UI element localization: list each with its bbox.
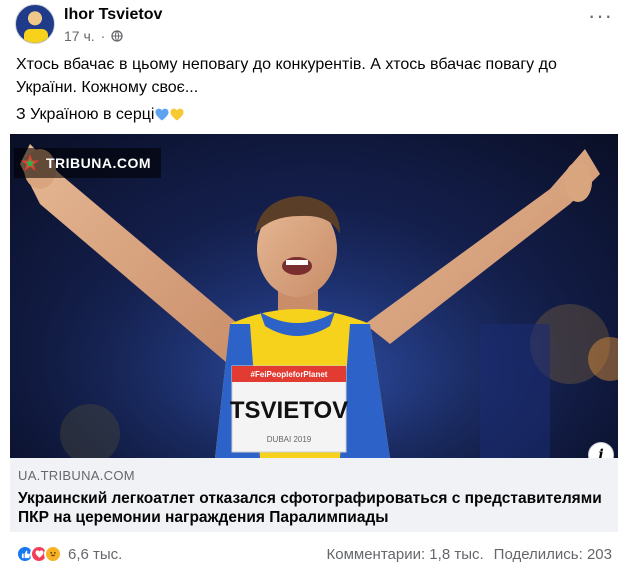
post-image[interactable]: #FeiPeopleforPlanet TSVIETOV DUBAI 2019 … <box>10 134 618 458</box>
tribuna-watermark-text: TRIBUNA.COM <box>46 155 152 171</box>
tribuna-watermark: TRIBUNA.COM <box>14 148 162 178</box>
reaction-count[interactable]: 6,6 тыс. <box>68 546 122 563</box>
blue-heart-icon <box>155 108 169 121</box>
link-domain: UA.TRIBUNA.COM <box>18 468 135 483</box>
globe-icon <box>111 30 123 42</box>
post-text-2: З Україною в серці <box>16 103 184 126</box>
athlete-photo: #FeiPeopleforPlanet TSVIETOV DUBAI 2019 <box>10 134 618 458</box>
post-meta: 17 ч. · <box>64 28 123 44</box>
shares-count[interactable]: Поделились: 203 <box>494 546 612 563</box>
post-text-2-label: З Україною в серці <box>16 106 155 123</box>
bib-event: DUBAI 2019 <box>267 435 312 444</box>
bib-top-text: #FeiPeopleforPlanet <box>251 370 328 379</box>
post-text: Хтось вбачає в цьому неповагу до конкуре… <box>16 56 557 96</box>
yellow-heart-icon <box>170 108 184 121</box>
haha-icon <box>44 545 62 563</box>
author-name[interactable]: Ihor Tsvietov <box>64 6 162 24</box>
reaction-summary[interactable]: 6,6 тыс. <box>16 545 122 563</box>
facebook-post: Ihor Tsvietov 17 ч. · ··· Хтось вбачає в… <box>0 0 620 567</box>
author-avatar[interactable] <box>15 4 55 44</box>
link-headline[interactable]: Украинский легкоатлет отказался сфотогра… <box>18 489 610 527</box>
meta-separator: · <box>100 28 106 44</box>
more-options-icon[interactable]: ··· <box>588 5 613 27</box>
tribuna-star-icon <box>21 154 39 171</box>
post-time[interactable]: 17 ч. <box>64 28 95 44</box>
bib-name: TSVIETOV <box>230 397 348 424</box>
link-preview[interactable]: UA.TRIBUNA.COM Украинский легкоатлет отк… <box>10 458 618 532</box>
comments-count[interactable]: Комментарии: 1,8 тыс. <box>327 546 484 563</box>
post-stats: Комментарии: 1,8 тыс. Поделились: 203 <box>327 546 613 563</box>
